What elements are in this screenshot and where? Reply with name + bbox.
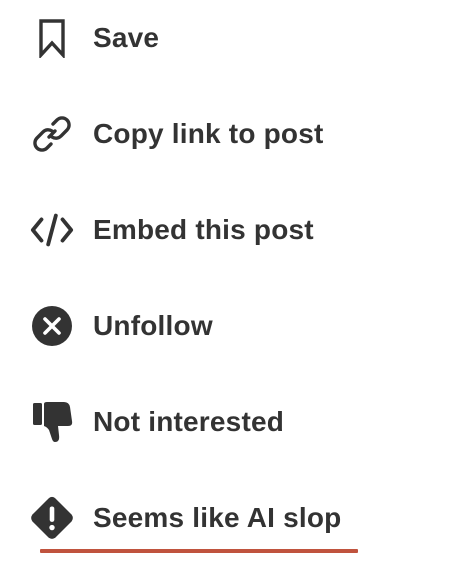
menu-item-label: Save	[93, 22, 160, 53]
menu-item-embed[interactable]: Embed this post	[0, 195, 451, 265]
close-circle-icon	[29, 303, 75, 349]
thumbs-down-icon	[29, 399, 75, 445]
warning-diamond-icon	[29, 495, 75, 541]
menu-item-save[interactable]: Save	[0, 3, 451, 73]
highlight-underline	[40, 549, 358, 553]
menu-item-label: Embed this post	[93, 214, 314, 245]
menu-item-unfollow[interactable]: Unfollow	[0, 291, 451, 361]
menu-item-copy-link[interactable]: Copy link to post	[0, 99, 451, 169]
link-icon	[29, 111, 75, 157]
menu-item-not-interested[interactable]: Not interested	[0, 387, 451, 457]
bookmark-icon	[29, 15, 75, 61]
menu-item-label: Seems like AI slop	[93, 502, 342, 533]
menu-item-ai-slop[interactable]: Seems like AI slop	[0, 483, 451, 553]
menu-item-label: Copy link to post	[93, 118, 324, 149]
post-options-menu: Save Copy link to post Embed this post U…	[0, 0, 451, 565]
menu-item-label: Unfollow	[93, 310, 213, 341]
code-icon	[29, 207, 75, 253]
menu-item-label: Not interested	[93, 406, 285, 437]
